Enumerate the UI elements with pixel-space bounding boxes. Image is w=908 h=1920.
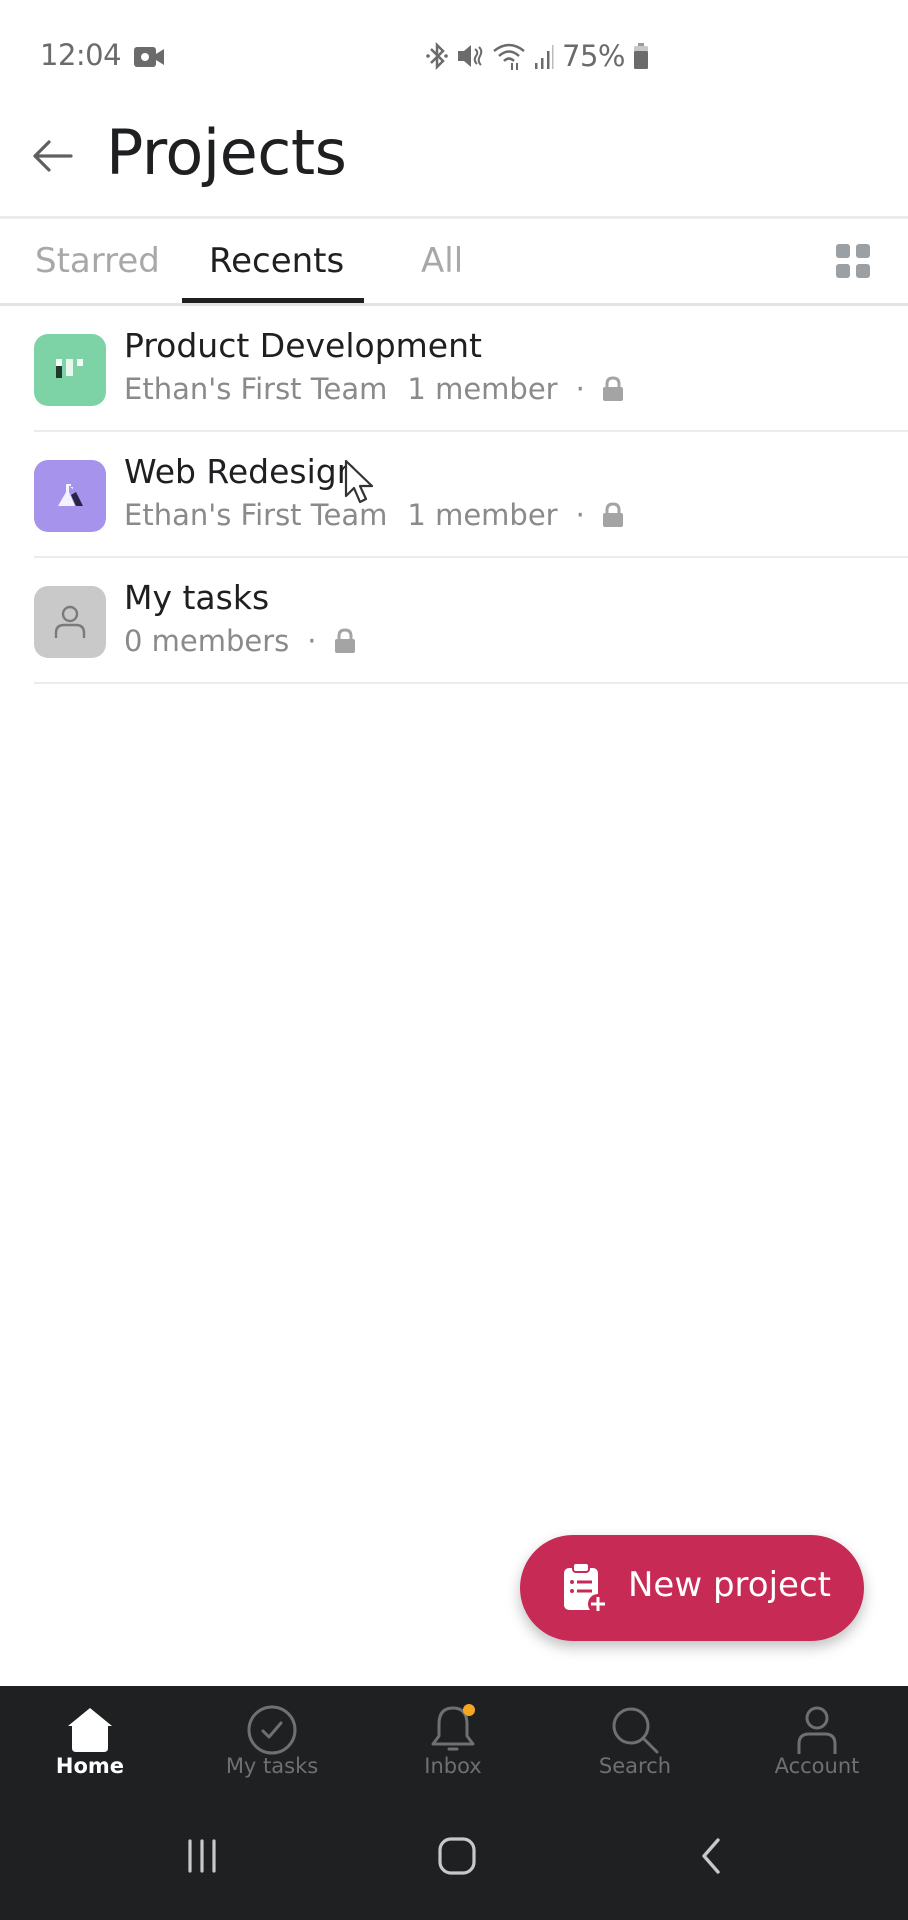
flask-icon xyxy=(58,484,83,506)
nav-label: Account xyxy=(774,1754,860,1778)
project-members: 1 member xyxy=(407,372,558,406)
app-header: Projects xyxy=(0,112,908,216)
home-square-icon xyxy=(438,1837,476,1875)
grid-icon[interactable] xyxy=(834,242,874,282)
project-team: Ethan's First Team xyxy=(124,498,388,532)
meta-separator: · xyxy=(575,372,585,406)
nav-label: Search xyxy=(598,1754,672,1778)
chevron-left-icon xyxy=(702,1838,720,1874)
page-title: Projects xyxy=(106,116,347,189)
project-avatar xyxy=(34,460,106,532)
active-tab-indicator xyxy=(182,298,364,303)
nav-label: Home xyxy=(55,1754,125,1778)
person-icon xyxy=(797,1706,837,1754)
new-project-label: New project xyxy=(628,1565,831,1605)
notification-badge xyxy=(463,1704,475,1716)
wifi-icon xyxy=(493,43,525,70)
bell-icon xyxy=(431,1704,475,1751)
clipboard-plus-icon xyxy=(564,1562,608,1614)
project-members: 0 members xyxy=(124,624,290,658)
tab-starred[interactable]: Starred xyxy=(35,241,160,281)
project-title: Web Redesign xyxy=(124,452,358,491)
arrow-left-icon xyxy=(33,140,73,172)
nav-home[interactable]: Home xyxy=(20,1686,160,1790)
signal-icon xyxy=(535,45,554,69)
back-button[interactable] xyxy=(28,132,76,180)
project-team: Ethan's First Team xyxy=(124,372,388,406)
battery-icon xyxy=(633,43,648,69)
project-list: Product Development Ethan's First Team 1… xyxy=(0,306,908,684)
status-bar: 12:04 75% xyxy=(0,0,908,112)
project-members: 1 member xyxy=(407,498,558,532)
meta-separator: · xyxy=(575,498,585,532)
nav-inbox[interactable]: Inbox xyxy=(383,1686,523,1790)
status-time: 12:04 xyxy=(40,38,122,72)
project-title: Product Development xyxy=(124,326,482,365)
recents-button[interactable] xyxy=(172,1826,232,1886)
project-item-web-redesign[interactable]: Web Redesign Ethan's First Team 1 member… xyxy=(0,432,908,558)
check-circle-icon xyxy=(247,1705,297,1755)
nav-label: My tasks xyxy=(225,1754,319,1778)
project-meta: 0 members · xyxy=(124,624,357,658)
project-avatar xyxy=(34,586,106,658)
project-item-product-development[interactable]: Product Development Ethan's First Team 1… xyxy=(0,306,908,432)
project-avatar xyxy=(34,334,106,406)
new-project-button[interactable]: New project xyxy=(520,1535,864,1641)
project-item-my-tasks[interactable]: My tasks 0 members · xyxy=(0,558,908,684)
project-tabs: Starred Recents All xyxy=(0,216,908,306)
mute-icon xyxy=(458,45,483,67)
meta-separator: · xyxy=(307,624,317,658)
tab-recents[interactable]: Recents xyxy=(209,241,344,281)
recent-apps-icon xyxy=(188,1839,216,1873)
bluetooth-icon xyxy=(426,41,448,71)
project-title: My tasks xyxy=(124,578,270,617)
home-icon xyxy=(68,1708,112,1752)
battery-percent: 75% xyxy=(562,39,625,73)
divider xyxy=(34,682,908,684)
video-recording-icon xyxy=(134,47,164,67)
tab-all[interactable]: All xyxy=(421,241,463,281)
lock-icon xyxy=(334,628,355,653)
nav-account[interactable]: Account xyxy=(747,1686,887,1790)
home-button[interactable] xyxy=(427,1826,487,1886)
bottom-navigation: Home My tasks Inbox Search Account xyxy=(0,1686,908,1790)
lock-icon xyxy=(602,502,623,527)
project-meta: Ethan's First Team 1 member · xyxy=(124,372,625,406)
search-icon xyxy=(612,1707,659,1754)
person-icon xyxy=(54,605,86,638)
lock-icon xyxy=(602,376,623,401)
system-navigation-bar xyxy=(0,1790,908,1920)
nav-label: Inbox xyxy=(424,1754,482,1778)
nav-my-tasks[interactable]: My tasks xyxy=(202,1686,342,1790)
status-icons: 75% xyxy=(426,36,649,76)
nav-search[interactable]: Search xyxy=(565,1686,705,1790)
project-meta: Ethan's First Team 1 member · xyxy=(124,498,625,532)
board-icon xyxy=(56,359,83,378)
back-button[interactable] xyxy=(682,1826,742,1886)
